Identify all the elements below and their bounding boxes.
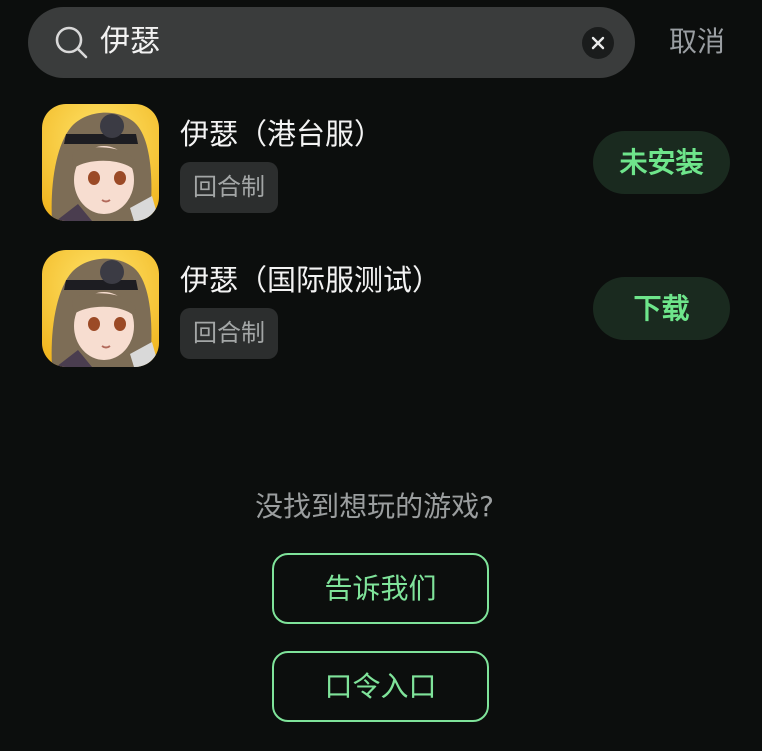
not-installed-button[interactable]: 未安装 [593,131,730,194]
game-title: 伊瑟（港台服） [180,117,384,151]
list-item[interactable]: 伊瑟（国际服测试） 回合制 下载 [0,250,762,380]
cancel-button[interactable]: 取消 [669,22,725,62]
game-avatar-icon[interactable] [42,250,159,367]
close-icon [591,36,605,50]
genre-tag: 回合制 [180,162,278,213]
genre-tag: 回合制 [180,308,278,359]
search-input[interactable]: 伊瑟 [100,22,160,62]
game-avatar-icon[interactable] [42,104,159,221]
clear-search-button[interactable] [582,27,614,59]
search-icon [55,26,88,59]
game-title: 伊瑟（国际服测试） [180,263,442,297]
tell-us-button[interactable]: 告诉我们 [272,553,489,624]
not-found-prompt: 没找到想玩的游戏? [255,490,494,523]
list-item[interactable]: 伊瑟（港台服） 回合制 未安装 [0,104,762,234]
passcode-entry-button[interactable]: 口令入口 [272,651,489,722]
download-button[interactable]: 下载 [593,277,730,340]
